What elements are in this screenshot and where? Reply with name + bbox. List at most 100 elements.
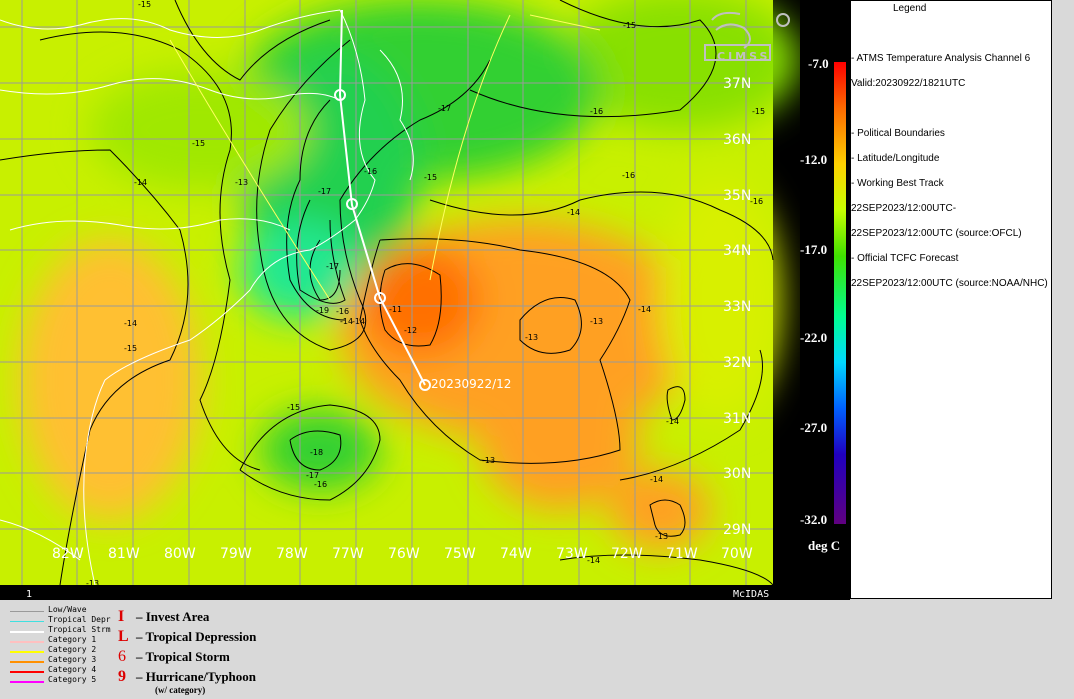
key-line-cat2 (10, 651, 44, 653)
key-line-td (10, 621, 44, 622)
key-label: Category 2 (48, 645, 97, 654)
symbol-label: – Hurricane/Typhoon (136, 669, 257, 684)
contour-label: -15 (138, 0, 151, 9)
symbol-label: – Invest Area (136, 609, 210, 624)
lon-label: 73W (556, 546, 588, 562)
contour-label: -14 (124, 319, 137, 328)
contour-label: -12 (404, 326, 417, 335)
scale-tick: -7.0 (808, 56, 829, 71)
scale-tick: -12.0 (800, 152, 828, 167)
lon-label: 71W (666, 546, 698, 562)
latitude-labels: 37N 36N 35N 34N 33N 32N 31N 30N 29N (723, 76, 751, 538)
lon-label: 78W (276, 546, 308, 562)
invest-icon: I (118, 608, 125, 625)
key-label: Category 5 (48, 675, 97, 684)
scale-unit: deg C (808, 538, 841, 553)
contour-label: -14 (666, 417, 679, 426)
legend-valid-time: Valid:20230922/1821UTC (851, 78, 966, 89)
contour-label: -16 (336, 307, 349, 316)
contour-label: -14 (587, 556, 600, 565)
logo-text: CIMSS (717, 50, 770, 63)
key-label: Category 1 (48, 635, 97, 644)
key-line-cat1 (10, 641, 44, 643)
lon-label: 79W (220, 546, 252, 562)
symbol-note: (w/ category) (155, 685, 206, 695)
contour-label: -15 (192, 139, 205, 148)
lat-label: 36N (723, 132, 751, 148)
contour-label: -14 (352, 317, 365, 326)
contour-label: -17 (318, 187, 331, 196)
contour-label: -16 (622, 171, 635, 180)
depression-icon: L (118, 628, 129, 645)
legend-tcfc-source: 22SEP2023/12:00UTC (source:NOAA/NHC) (851, 278, 1048, 289)
legend-latlon: - Latitude/Longitude (851, 153, 940, 164)
contour-label: -18 (310, 448, 323, 457)
legend-tcfc: - Official TCFC Forecast (851, 253, 959, 264)
key-line-low (10, 611, 44, 612)
contour-label: -15 (424, 173, 437, 182)
lat-label: 37N (723, 76, 751, 92)
lat-label: 30N (723, 466, 751, 482)
lat-label: 31N (723, 411, 751, 427)
lon-label: 82W (52, 546, 84, 562)
symbol-label: – Tropical Storm (136, 649, 230, 664)
lon-label: 74W (500, 546, 532, 562)
mcidas-label: McIDAS (733, 589, 769, 600)
storm-date-label: 20230922/12 (431, 377, 511, 391)
contour-label: -13 (235, 178, 248, 187)
contour-label: -13 (525, 333, 538, 342)
legend-political: - Political Boundaries (851, 128, 945, 139)
contour-label: -17 (326, 262, 339, 271)
contour-label: -17 (438, 104, 451, 113)
key-label: Low/Wave (48, 605, 87, 614)
key-line-ts (10, 631, 44, 633)
contour-label: -11 (389, 305, 402, 314)
map-panel: 82W 81W 80W 79W 78W 77W 76W 75W 74W 73W … (0, 0, 800, 600)
contour-label: -14 (340, 317, 353, 326)
legend-panel: Legend - ATMS Temperature Analysis Chann… (850, 0, 1052, 599)
scale-tick: -27.0 (800, 420, 828, 435)
scale-tick: -17.0 (800, 242, 828, 257)
lon-label: 72W (611, 546, 643, 562)
key-line-cat4 (10, 671, 44, 673)
legend-product: - ATMS Temperature Analysis Channel 6 (851, 53, 1031, 64)
symbol-label: – Tropical Depression (136, 629, 257, 644)
lat-label: 33N (723, 299, 751, 315)
scale-tick: -32.0 (800, 512, 828, 527)
lon-label: 77W (332, 546, 364, 562)
lat-label: 32N (723, 355, 751, 371)
contour-label: -16 (590, 107, 603, 116)
key-line-cat5 (10, 681, 44, 683)
contour-label: -16 (314, 480, 327, 489)
contour-label: -14 (134, 178, 147, 187)
lon-label: 76W (388, 546, 420, 562)
key-label: Category 4 (48, 665, 97, 674)
lat-label: 34N (723, 243, 751, 259)
contour-label: -16 (364, 167, 377, 176)
contour-label: -14 (650, 475, 663, 484)
contour-label: -15 (752, 107, 765, 116)
contour-label: -17 (306, 471, 319, 480)
tropical-storm-icon: 6 (118, 648, 126, 665)
legend-bt-from: 22SEP2023/12:00UTC- (851, 203, 957, 214)
key-label: Tropical Strm (48, 625, 111, 634)
key-line-cat3 (10, 661, 44, 663)
contour-label: -13 (655, 532, 668, 541)
lat-label: 29N (723, 522, 751, 538)
contour-label: -14 (638, 305, 651, 314)
frame-number: 1 (26, 589, 32, 600)
lon-label: 80W (164, 546, 196, 562)
key-label: Tropical Depr (48, 615, 111, 624)
hurricane-icon: 9 (118, 668, 126, 685)
lon-label: 75W (444, 546, 476, 562)
contour-label: -14 (567, 208, 580, 217)
contour-label: -15 (287, 403, 300, 412)
map-footer-bar (0, 585, 800, 600)
lon-label: 70W (721, 546, 753, 562)
lon-label: 81W (108, 546, 140, 562)
contour-label: -19 (316, 306, 329, 315)
color-scale: -7.0 -12.0 -17.0 -22.0 -27.0 -32.0 deg C (800, 0, 850, 600)
color-scale-gradient (834, 62, 846, 524)
contour-label: -15 (623, 21, 636, 30)
legend-title: Legend (893, 3, 927, 14)
